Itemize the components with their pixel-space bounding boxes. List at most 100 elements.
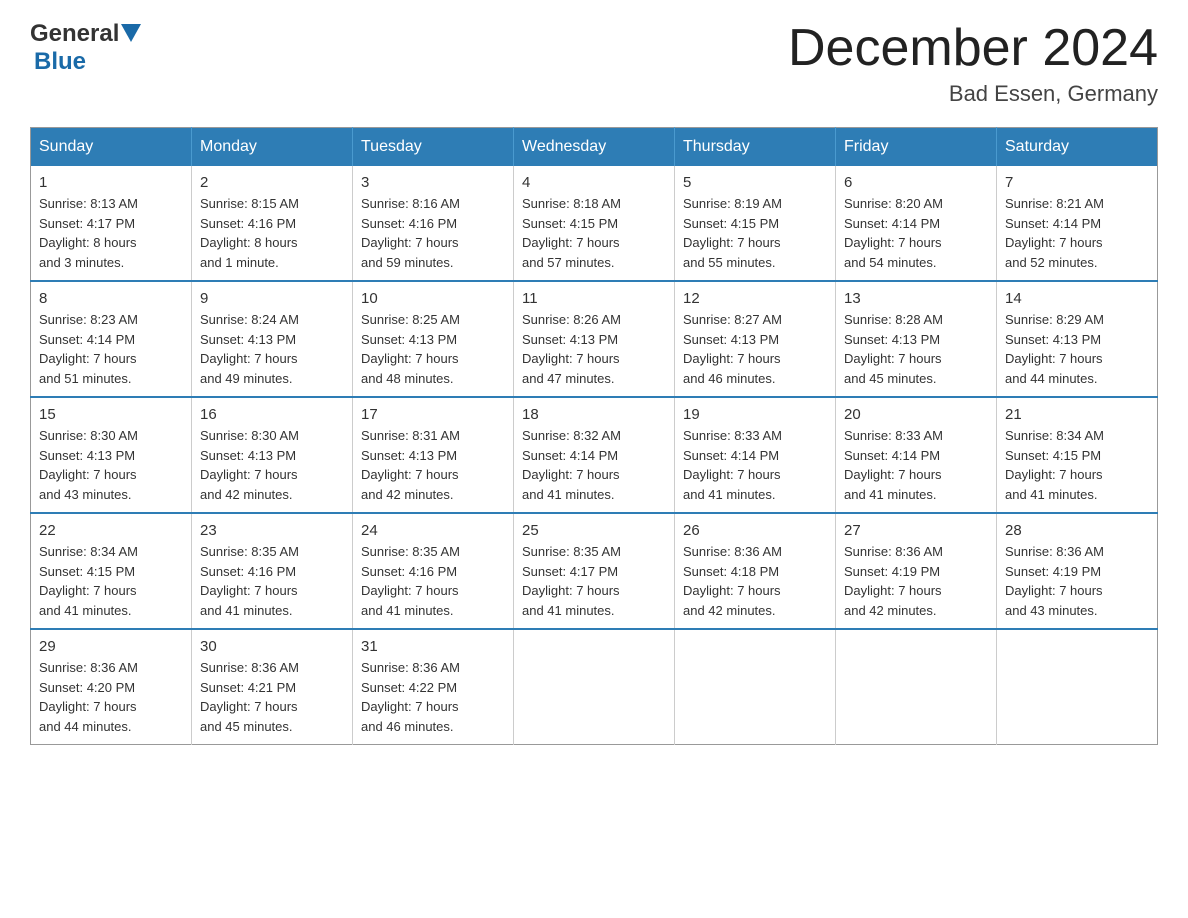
day-number: 10 <box>361 290 505 307</box>
day-info: Sunrise: 8:36 AMSunset: 4:18 PMDaylight:… <box>683 542 827 620</box>
calendar-cell: 9Sunrise: 8:24 AMSunset: 4:13 PMDaylight… <box>192 281 353 397</box>
calendar-cell: 7 Sunrise: 8:21 AMSunset: 4:14 PMDaylight… <box>997 166 1158 281</box>
day-info: Sunrise: 8:33 AMSunset: 4:14 PMDaylight:… <box>844 426 988 504</box>
day-number: 15 <box>39 406 183 423</box>
title-section: December 2024 Bad Essen, Germany <box>788 20 1158 107</box>
day-info: Sunrise: 8:16 AMSunset: 4:16 PMDaylight:… <box>361 194 505 272</box>
day-number: 14 <box>1005 290 1149 307</box>
day-number: 9 <box>200 290 344 307</box>
day-number: 24 <box>361 522 505 539</box>
day-number: 30 <box>200 638 344 655</box>
column-header-thursday: Thursday <box>675 128 836 167</box>
day-info: Sunrise: 8:36 AMSunset: 4:21 PMDaylight:… <box>200 658 344 736</box>
day-number: 8 <box>39 290 183 307</box>
calendar-cell: 1Sunrise: 8:13 AMSunset: 4:17 PMDaylight… <box>31 166 192 281</box>
column-header-sunday: Sunday <box>31 128 192 167</box>
day-info: Sunrise: 8:28 AMSunset: 4:13 PMDaylight:… <box>844 310 988 388</box>
day-number: 19 <box>683 406 827 423</box>
calendar-cell: 2 Sunrise: 8:15 AMSunset: 4:16 PMDaylight… <box>192 166 353 281</box>
day-info: Sunrise: 8:15 AMSunset: 4:16 PMDaylight:… <box>200 194 344 272</box>
calendar-cell: 3 Sunrise: 8:16 AMSunset: 4:16 PMDaylight… <box>353 166 514 281</box>
day-number: 3 <box>361 174 505 191</box>
day-info: Sunrise: 8:35 AMSunset: 4:16 PMDaylight:… <box>200 542 344 620</box>
calendar-cell: 30 Sunrise: 8:36 AMSunset: 4:21 PMDayligh… <box>192 629 353 745</box>
day-info: Sunrise: 8:21 AMSunset: 4:14 PMDaylight:… <box>1005 194 1149 272</box>
day-number: 21 <box>1005 406 1149 423</box>
calendar-cell: 12 Sunrise: 8:27 AMSunset: 4:13 PMDayligh… <box>675 281 836 397</box>
day-number: 11 <box>522 290 666 307</box>
day-number: 13 <box>844 290 988 307</box>
day-info: Sunrise: 8:19 AMSunset: 4:15 PMDaylight:… <box>683 194 827 272</box>
calendar-cell: 29 Sunrise: 8:36 AMSunset: 4:20 PMDayligh… <box>31 629 192 745</box>
calendar-cell <box>514 629 675 745</box>
day-info: Sunrise: 8:26 AMSunset: 4:13 PMDaylight:… <box>522 310 666 388</box>
calendar-cell: 8 Sunrise: 8:23 AMSunset: 4:14 PMDaylight… <box>31 281 192 397</box>
day-info: Sunrise: 8:25 AMSunset: 4:13 PMDaylight:… <box>361 310 505 388</box>
calendar-cell <box>836 629 997 745</box>
day-info: Sunrise: 8:35 AMSunset: 4:17 PMDaylight:… <box>522 542 666 620</box>
calendar-cell: 15 Sunrise: 8:30 AMSunset: 4:13 PMDayligh… <box>31 397 192 513</box>
page-header: General Blue December 2024 Bad Essen, Ge… <box>30 20 1158 107</box>
day-number: 29 <box>39 638 183 655</box>
day-number: 7 <box>1005 174 1149 191</box>
logo: General Blue <box>30 20 141 76</box>
day-number: 20 <box>844 406 988 423</box>
calendar-cell: 10 Sunrise: 8:25 AMSunset: 4:13 PMDayligh… <box>353 281 514 397</box>
calendar-week-row: 8 Sunrise: 8:23 AMSunset: 4:14 PMDaylight… <box>31 281 1158 397</box>
calendar-cell: 31 Sunrise: 8:36 AMSunset: 4:22 PMDayligh… <box>353 629 514 745</box>
day-number: 28 <box>1005 522 1149 539</box>
calendar-cell <box>997 629 1158 745</box>
day-number: 2 <box>200 174 344 191</box>
day-info: Sunrise: 8:18 AMSunset: 4:15 PMDaylight:… <box>522 194 666 272</box>
day-number: 1 <box>39 174 183 191</box>
column-header-wednesday: Wednesday <box>514 128 675 167</box>
calendar-cell: 19 Sunrise: 8:33 AMSunset: 4:14 PMDayligh… <box>675 397 836 513</box>
logo-general-text: General <box>30 20 119 48</box>
day-info: Sunrise: 8:20 AMSunset: 4:14 PMDaylight:… <box>844 194 988 272</box>
calendar-cell: 27 Sunrise: 8:36 AMSunset: 4:19 PMDayligh… <box>836 513 997 629</box>
calendar-header-row: SundayMondayTuesdayWednesdayThursdayFrid… <box>31 128 1158 167</box>
day-info: Sunrise: 8:36 AMSunset: 4:19 PMDaylight:… <box>1005 542 1149 620</box>
calendar-cell <box>675 629 836 745</box>
day-info: Sunrise: 8:29 AMSunset: 4:13 PMDaylight:… <box>1005 310 1149 388</box>
day-info: Sunrise: 8:36 AMSunset: 4:19 PMDaylight:… <box>844 542 988 620</box>
day-info: Sunrise: 8:31 AMSunset: 4:13 PMDaylight:… <box>361 426 505 504</box>
day-info: Sunrise: 8:36 AMSunset: 4:22 PMDaylight:… <box>361 658 505 736</box>
day-number: 27 <box>844 522 988 539</box>
day-number: 23 <box>200 522 344 539</box>
day-number: 17 <box>361 406 505 423</box>
day-number: 25 <box>522 522 666 539</box>
logo-blue-text: Blue <box>34 48 86 75</box>
calendar-cell: 18Sunrise: 8:32 AMSunset: 4:14 PMDayligh… <box>514 397 675 513</box>
day-info: Sunrise: 8:23 AMSunset: 4:14 PMDaylight:… <box>39 310 183 388</box>
calendar-cell: 17 Sunrise: 8:31 AMSunset: 4:13 PMDayligh… <box>353 397 514 513</box>
calendar-cell: 4Sunrise: 8:18 AMSunset: 4:15 PMDaylight… <box>514 166 675 281</box>
column-header-friday: Friday <box>836 128 997 167</box>
day-number: 12 <box>683 290 827 307</box>
calendar-cell: 21 Sunrise: 8:34 AMSunset: 4:15 PMDayligh… <box>997 397 1158 513</box>
calendar-cell: 11 Sunrise: 8:26 AMSunset: 4:13 PMDayligh… <box>514 281 675 397</box>
calendar-cell: 26 Sunrise: 8:36 AMSunset: 4:18 PMDayligh… <box>675 513 836 629</box>
calendar-cell: 28 Sunrise: 8:36 AMSunset: 4:19 PMDayligh… <box>997 513 1158 629</box>
page-title: December 2024 <box>788 20 1158 77</box>
day-info: Sunrise: 8:30 AMSunset: 4:13 PMDaylight:… <box>39 426 183 504</box>
day-info: Sunrise: 8:35 AMSunset: 4:16 PMDaylight:… <box>361 542 505 620</box>
calendar-cell: 24 Sunrise: 8:35 AMSunset: 4:16 PMDayligh… <box>353 513 514 629</box>
calendar-cell: 14 Sunrise: 8:29 AMSunset: 4:13 PMDayligh… <box>997 281 1158 397</box>
day-info: Sunrise: 8:30 AMSunset: 4:13 PMDaylight:… <box>200 426 344 504</box>
calendar-week-row: 15 Sunrise: 8:30 AMSunset: 4:13 PMDayligh… <box>31 397 1158 513</box>
calendar-cell: 16Sunrise: 8:30 AMSunset: 4:13 PMDayligh… <box>192 397 353 513</box>
calendar-cell: 5 Sunrise: 8:19 AMSunset: 4:15 PMDaylight… <box>675 166 836 281</box>
day-info: Sunrise: 8:32 AMSunset: 4:14 PMDaylight:… <box>522 426 666 504</box>
day-info: Sunrise: 8:36 AMSunset: 4:20 PMDaylight:… <box>39 658 183 736</box>
day-number: 5 <box>683 174 827 191</box>
day-number: 31 <box>361 638 505 655</box>
calendar-week-row: 22Sunrise: 8:34 AMSunset: 4:15 PMDayligh… <box>31 513 1158 629</box>
calendar-cell: 23 Sunrise: 8:35 AMSunset: 4:16 PMDayligh… <box>192 513 353 629</box>
day-info: Sunrise: 8:34 AMSunset: 4:15 PMDaylight:… <box>1005 426 1149 504</box>
day-info: Sunrise: 8:33 AMSunset: 4:14 PMDaylight:… <box>683 426 827 504</box>
day-info: Sunrise: 8:27 AMSunset: 4:13 PMDaylight:… <box>683 310 827 388</box>
calendar-cell: 25 Sunrise: 8:35 AMSunset: 4:17 PMDayligh… <box>514 513 675 629</box>
day-number: 26 <box>683 522 827 539</box>
calendar-cell: 13 Sunrise: 8:28 AMSunset: 4:13 PMDayligh… <box>836 281 997 397</box>
